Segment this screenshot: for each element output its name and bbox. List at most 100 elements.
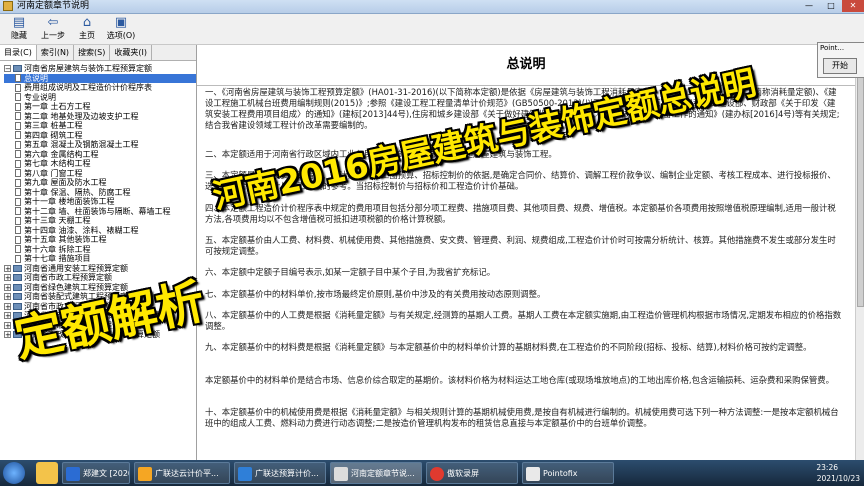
page-icon — [15, 102, 21, 111]
taskbar-item-active[interactable]: 河南定额章节说... — [330, 462, 422, 484]
toolbar: ▤ 隐藏 ⇦ 上一步 ⌂ 主页 ▣ 选项(O) — [0, 14, 864, 45]
start-button[interactable] — [3, 462, 25, 484]
taskbar-item[interactable]: 傲软录屏 — [426, 462, 518, 484]
tree-item[interactable]: 专业说明 — [4, 93, 196, 103]
tree-item-label: 第四章 砌筑工程 — [24, 130, 83, 140]
pointofix-title: Point... — [820, 44, 845, 52]
taskbar-item-label: 傲软录屏 — [447, 469, 479, 478]
minimize-icon[interactable]: — — [798, 0, 820, 12]
expand-icon[interactable]: + — [4, 264, 11, 272]
tree-item-root[interactable]: − 河南省房屋建筑与装饰工程预算定额 — [4, 64, 196, 74]
tree-item[interactable]: 第九章 屋面及防水工程 — [4, 178, 196, 188]
close-icon[interactable]: ✕ — [842, 0, 864, 12]
tree-item-selected[interactable]: 总说明 — [4, 73, 196, 83]
clock-time[interactable]: 23:26 — [816, 463, 838, 472]
word-icon — [66, 466, 80, 481]
paragraph-7: 七、本定额基价中的材料单价,按市场最终定价原则,基价中涉及的有关费用按动态原则调… — [205, 289, 546, 299]
tree-item-label: 第三章 桩基工程 — [24, 121, 83, 130]
tab-search[interactable]: 搜索(S) — [74, 45, 111, 60]
pointofix-start-button[interactable]: 开始 — [823, 58, 857, 74]
tree-item[interactable]: 第四章 砌筑工程 — [4, 131, 196, 141]
navigation-tabs: 目录(C) 索引(N) 搜索(S) 收藏夹(I) — [0, 45, 196, 61]
scrollbar-thumb[interactable] — [857, 57, 864, 307]
page-icon — [15, 169, 21, 178]
tab-contents[interactable]: 目录(C) — [0, 45, 37, 60]
page-icon — [15, 216, 21, 225]
tree-item[interactable]: 费用组成说明及工程造价计价程序表 — [4, 83, 196, 93]
hide-button[interactable]: ▤ 隐藏 — [2, 15, 36, 43]
page-icon — [15, 74, 21, 83]
page-icon — [15, 245, 21, 254]
expand-icon[interactable]: + — [4, 274, 11, 282]
pointofix-window: Point... 开始 — [817, 42, 864, 78]
tree-item-label: 第十一章 楼地面装饰工程 — [24, 197, 115, 206]
tree-item[interactable]: 第三章 桩基工程 — [4, 121, 196, 131]
navigation-pane: 目录(C) 索引(N) 搜索(S) 收藏夹(I) − 河南省房屋建筑与装饰工程预… — [0, 45, 197, 460]
tree-item-label: 专业说明 — [24, 92, 56, 102]
tree-item-label: 第八章 门窗工程 — [24, 168, 83, 178]
clock-date[interactable]: 2021/10/23 — [817, 474, 860, 483]
expand-icon[interactable]: + — [4, 331, 11, 339]
tree-item[interactable]: 第八章 门窗工程 — [4, 169, 196, 179]
tree-item[interactable]: 第十四章 油漆、涂料、裱糊工程 — [4, 226, 196, 236]
expand-icon[interactable]: + — [4, 321, 11, 329]
help-file-icon — [334, 466, 348, 481]
tree-item[interactable]: 第十章 保温、隔热、防腐工程 — [4, 188, 196, 198]
collapse-icon[interactable]: − — [4, 65, 11, 73]
tree-item[interactable]: 第十二章 墙、柱面装饰与隔断、幕墙工程 — [4, 207, 196, 217]
title-bar: 河南定额章节说明 — □ ✕ — [0, 0, 864, 14]
taskbar-item-label: 广联达预算计价... — [255, 469, 319, 478]
tab-favorites[interactable]: 收藏夹(I) — [110, 45, 152, 60]
maximize-icon[interactable]: □ — [820, 0, 842, 12]
tree-item[interactable]: 第七章 木结构工程 — [4, 159, 196, 169]
tree-item-label: 第九章 屋面及防水工程 — [24, 178, 107, 187]
page-icon — [15, 159, 21, 168]
window-controls: — □ ✕ — [798, 0, 864, 13]
tree-item[interactable]: 第五章 混凝土及钢筋混凝土工程 — [4, 140, 196, 150]
paragraph-9: 九、本定额基价中的材料费是根据《消耗量定额》与本定额基价中的材料单价计算的基期材… — [205, 342, 812, 352]
taskbar-item[interactable]: 郑建文 [2020... — [62, 462, 130, 484]
tree-item[interactable]: 第十三章 天棚工程 — [4, 216, 196, 226]
tree-item[interactable]: 第十六章 拆除工程 — [4, 245, 196, 255]
taskbar-item[interactable]: Pointofix — [522, 462, 614, 484]
tab-index[interactable]: 索引(N) — [37, 45, 75, 60]
tree-item-label: 总说明 — [24, 73, 48, 83]
tree-item[interactable]: 第一章 土石方工程 — [4, 102, 196, 112]
page-icon — [15, 188, 21, 197]
back-button[interactable]: ⇦ 上一步 — [36, 15, 70, 43]
record-icon — [430, 466, 444, 481]
taskbar-item[interactable]: 广联达预算计价... — [234, 462, 326, 484]
paragraph-11: 十、本定额基价中的机械使用费是根据《消耗量定额》与相关规则计算的基期机械使用费,… — [205, 407, 839, 428]
folder-icon[interactable] — [36, 462, 58, 484]
tree-item-label: 第六章 金属结构工程 — [24, 149, 99, 159]
paragraph-8: 八、本定额基价中的人工费是根据《消耗量定额》与有关规定,经测算的基期人工费。基期… — [205, 310, 842, 331]
taskbar-item-label: Pointofix — [543, 469, 578, 478]
home-button[interactable]: ⌂ 主页 — [70, 15, 104, 43]
paragraph-5: 五、本定额基价由人工费、材料费、机械使用费、其他措施费、安文费、管理费、利润、规… — [205, 235, 836, 256]
tree-item[interactable]: 第十七章 措施项目 — [4, 254, 196, 264]
page-icon — [15, 83, 21, 92]
taskbar-item[interactable]: 广联达云计价平... — [134, 462, 230, 484]
options-button[interactable]: ▣ 选项(O) — [104, 15, 138, 43]
tree-item-label: 第七章 木结构工程 — [24, 159, 91, 168]
tree-item-label: 第十章 保温、隔热、防腐工程 — [24, 187, 131, 197]
tree-item[interactable]: 第十一章 楼地面装饰工程 — [4, 197, 196, 207]
page-icon — [15, 131, 21, 140]
tree-item-label: 第十五章 其他装饰工程 — [24, 235, 107, 244]
window-title: 河南定额章节说明 — [17, 1, 90, 11]
hide-icon: ▤ — [12, 15, 26, 30]
content-scrollbar[interactable] — [855, 45, 864, 460]
tree-item-label: 第一章 土石方工程 — [24, 102, 91, 111]
expand-icon[interactable]: + — [4, 293, 11, 301]
book-icon — [13, 283, 22, 291]
tree-item[interactable]: 第六章 金属结构工程 — [4, 150, 196, 160]
tree-item-label: 第十三章 天棚工程 — [24, 216, 91, 225]
back-arrow-icon: ⇦ — [47, 15, 59, 30]
page-icon — [15, 178, 21, 187]
page-icon — [15, 112, 21, 121]
tree-item[interactable]: 第二章 地基处理及边坡支护工程 — [4, 112, 196, 122]
page-icon — [15, 150, 21, 159]
expand-icon[interactable]: + — [4, 283, 11, 291]
paragraph-4: 四、本定额工程造价计价程序表中规定的费用项目包括分部分项工程费、措施项目费、其他… — [205, 203, 836, 224]
tree-item[interactable]: 第十五章 其他装饰工程 — [4, 235, 196, 245]
